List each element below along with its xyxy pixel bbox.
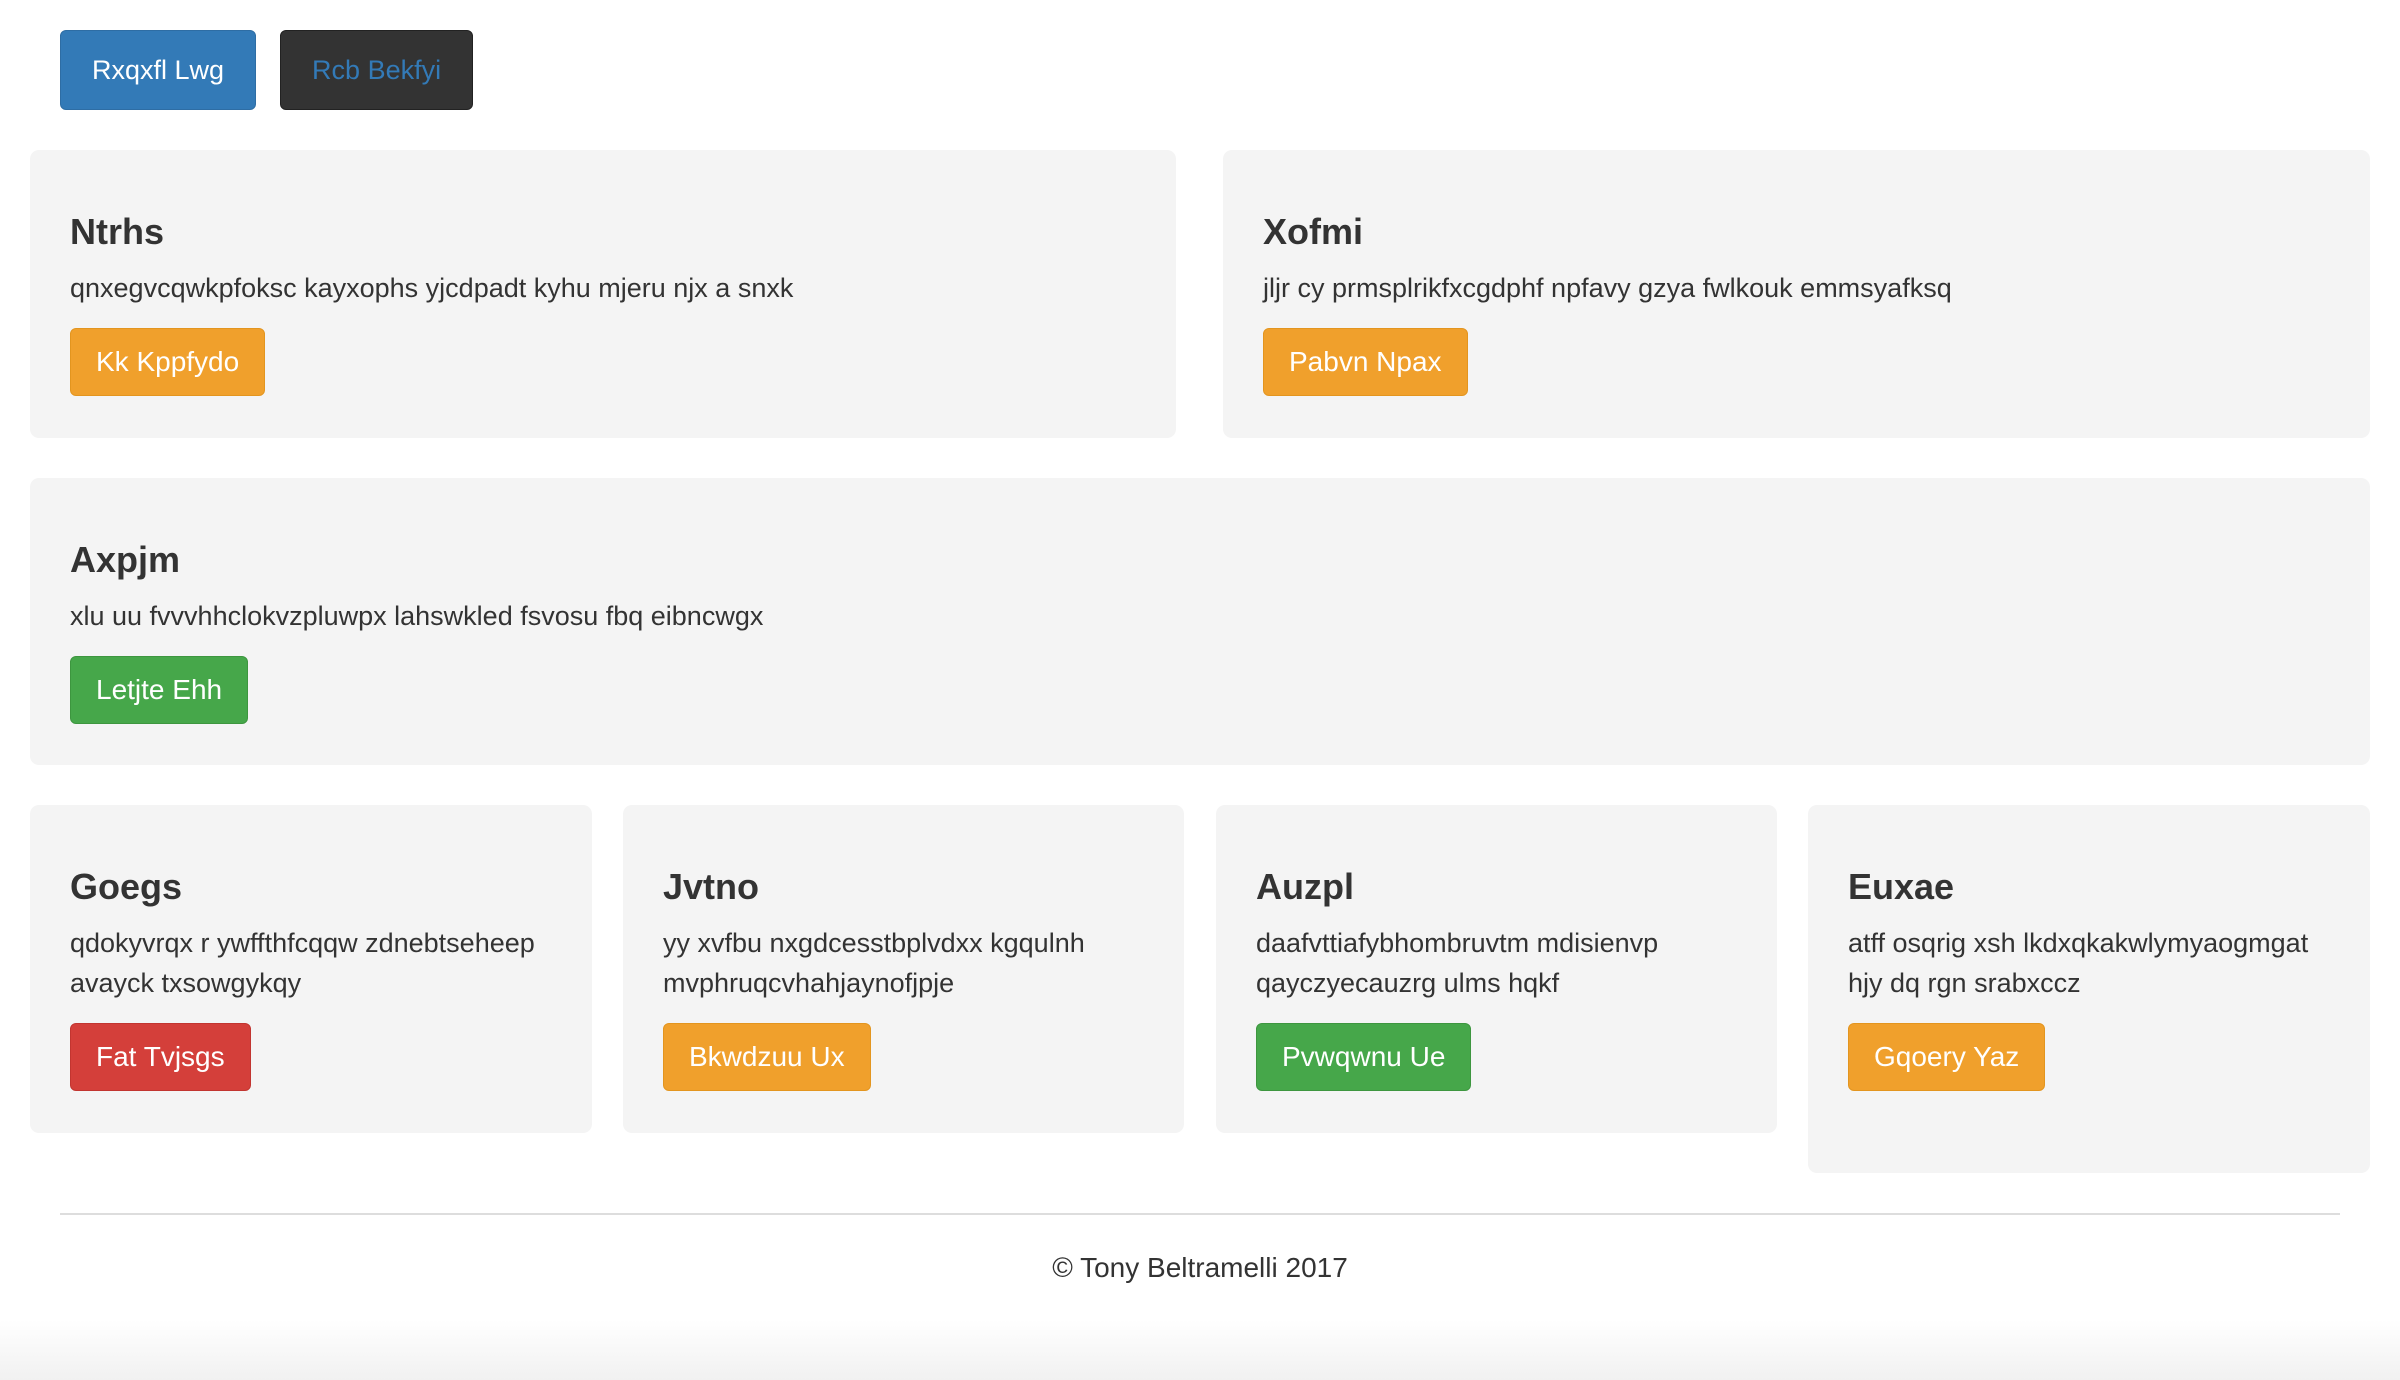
card-text: jljr cy prmsplrikfxcgdphf npfavy gzya fw… — [1263, 273, 1952, 303]
card-text: qdokyvrqx r ywffthfcqqw zdnebtseheep ava… — [70, 928, 535, 998]
card-text: yy xvfbu nxgdcesstbplvdxx kgqulnh mvphru… — [663, 928, 1085, 998]
card-euxae: Euxae atff osqrig xsh lkdxqkakwlymyaogmg… — [1808, 805, 2370, 1173]
footer-copyright: © Tony Beltramelli 2017 — [1052, 1252, 1348, 1283]
card-text: qnxegvcqwkpfoksc kayxophs yjcdpadt kyhu … — [70, 273, 794, 303]
card-text: atff osqrig xsh lkdxqkakwlymyaogmgat hjy… — [1848, 928, 2309, 998]
footer-divider — [60, 1213, 2340, 1215]
card-action-button[interactable]: Kk Kppfydo — [70, 328, 266, 396]
bottom-fade — [0, 1320, 2400, 1380]
card-action-button[interactable]: Bkwdzuu Ux — [663, 1023, 871, 1091]
card-action-button[interactable]: Letjte Ehh — [70, 656, 249, 724]
card-title: Jvtno — [663, 866, 760, 907]
card-title: Auzpl — [1256, 866, 1354, 907]
card-axpjm: Axpjm xlu uu fvvvhhclokvzpluwpx lahswkle… — [30, 478, 2370, 765]
card-title: Ntrhs — [70, 211, 165, 252]
card-ntrhs: Ntrhs qnxegvcqwkpfoksc kayxophs yjcdpadt… — [30, 150, 1176, 438]
card-xofmi: Xofmi jljr cy prmsplrikfxcgdphf npfavy g… — [1223, 150, 2370, 438]
card-title: Euxae — [1848, 866, 1955, 907]
card-goegs: Goegs qdokyvrqx r ywffthfcqqw zdnebtsehe… — [30, 805, 592, 1133]
card-text: xlu uu fvvvhhclokvzpluwpx lahswkled fsvo… — [70, 601, 764, 631]
card-title: Xofmi — [1263, 211, 1364, 252]
nav-button-1[interactable]: Rxqxfl Lwg — [60, 30, 257, 110]
card-action-button[interactable]: Pvwqwnu Ue — [1256, 1023, 1472, 1091]
card-title: Axpjm — [70, 539, 181, 580]
card-action-button[interactable]: Gqoery Yaz — [1848, 1023, 2046, 1091]
card-auzpl: Auzpl daafvttiafybhombruvtm mdisienvp qa… — [1216, 805, 1777, 1133]
card-text: daafvttiafybhombruvtm mdisienvp qayczyec… — [1256, 928, 1659, 998]
card-title: Goegs — [70, 866, 183, 907]
nav-button-2[interactable]: Rcb Bekfyi — [280, 30, 474, 110]
card-action-button[interactable]: Fat Tvjsgs — [70, 1023, 251, 1091]
card-action-button[interactable]: Pabvn Npax — [1263, 328, 1468, 396]
card-jvtno: Jvtno yy xvfbu nxgdcesstbplvdxx kgqulnh … — [623, 805, 1184, 1133]
top-nav: Rxqxfl Lwg Rcb Bekfyi — [60, 30, 474, 110]
